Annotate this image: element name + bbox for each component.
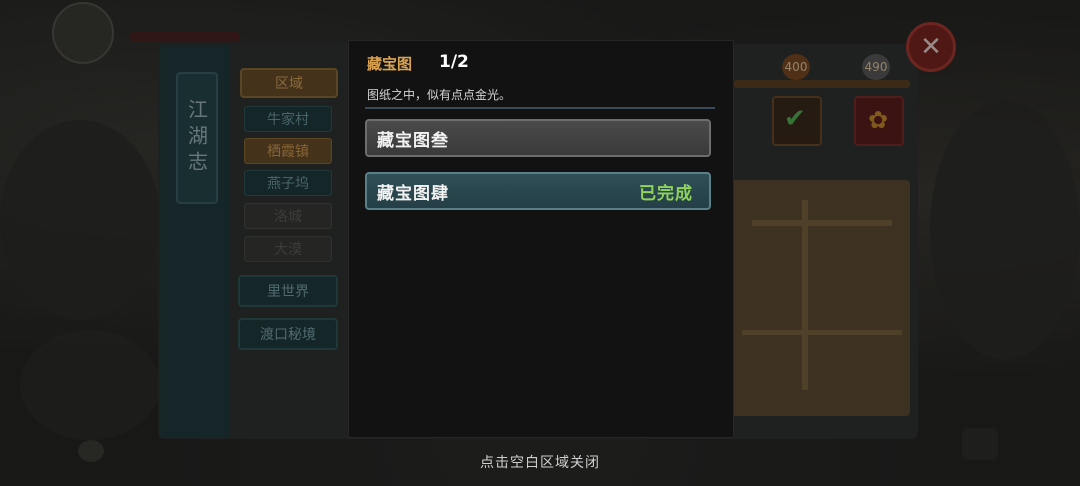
dialog-description: 图纸之中，似有点点金光。	[367, 88, 512, 102]
dialog-divider	[365, 107, 715, 109]
completed-status: 已完成	[639, 183, 693, 204]
treasure-map-item-label: 藏宝图叁	[377, 130, 449, 151]
treasure-map-item-label: 藏宝图肆	[377, 183, 449, 204]
treasure-map-dialog: 藏宝图 1/2 图纸之中，似有点点金光。 藏宝图叁 藏宝图肆 已完成	[348, 40, 734, 438]
dialog-title: 藏宝图	[367, 55, 413, 73]
dialog-progress: 1/2	[439, 52, 469, 72]
treasure-map-item-4[interactable]: 藏宝图肆 已完成	[365, 172, 711, 210]
treasure-map-item-3[interactable]: 藏宝图叁	[365, 119, 711, 157]
close-hint: 点击空白区域关闭	[480, 455, 600, 471]
